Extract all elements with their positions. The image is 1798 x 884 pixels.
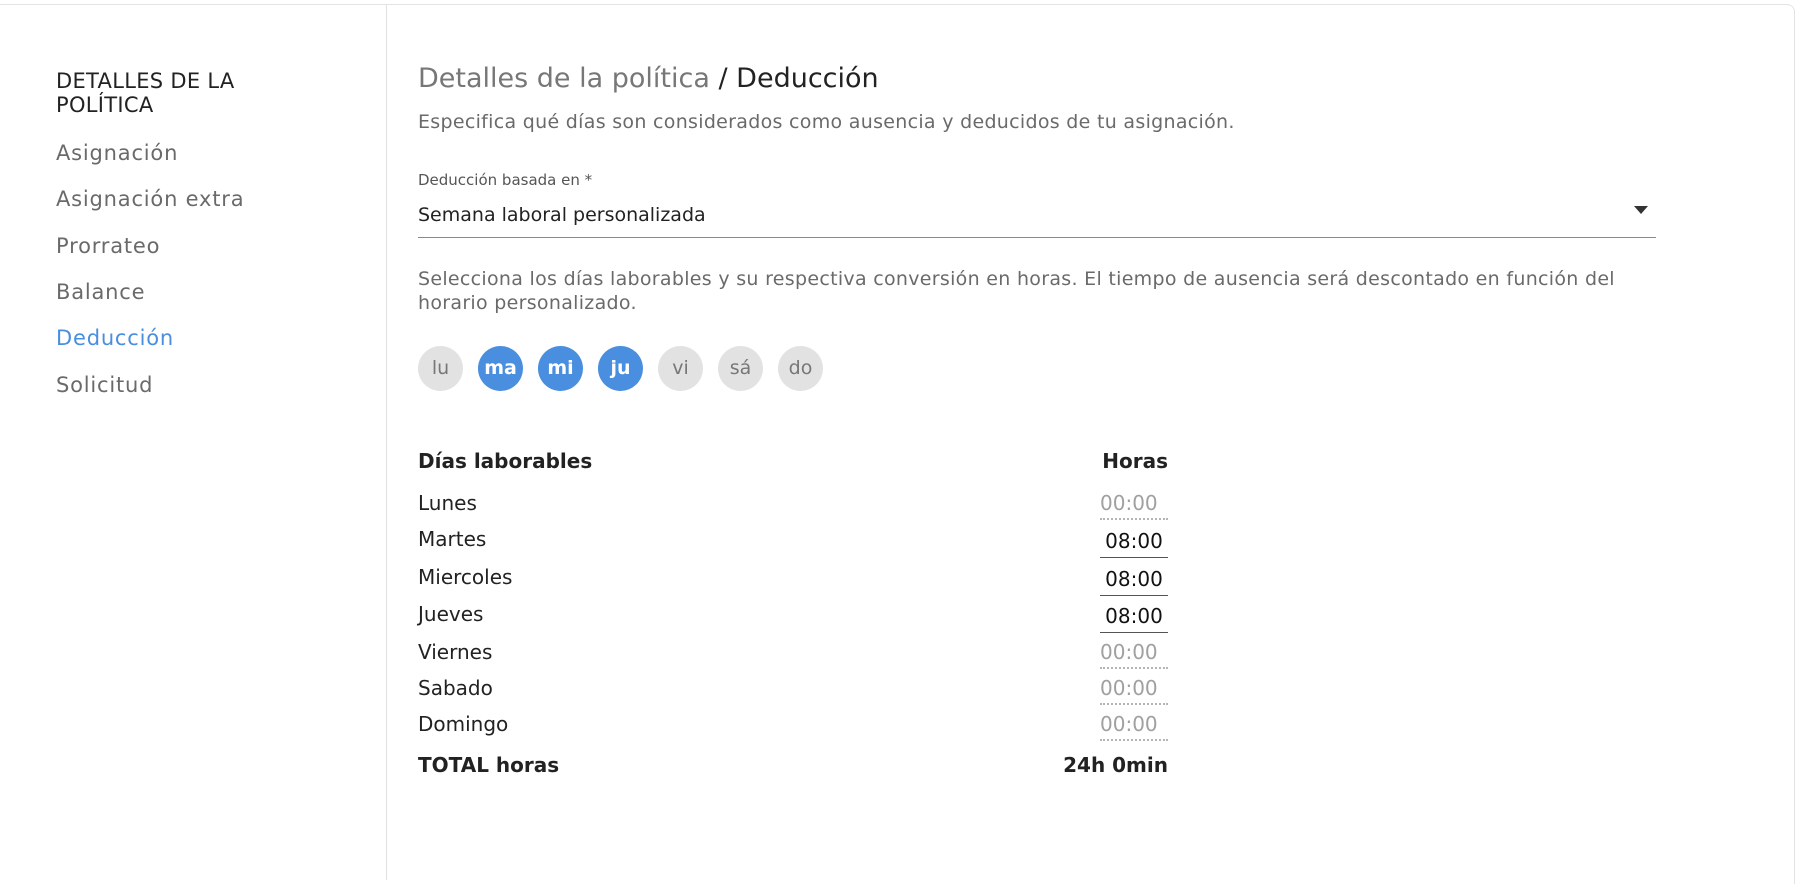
row-day-label: Jueves — [418, 602, 484, 626]
day-toggle-vi[interactable]: vi — [658, 346, 703, 391]
row-day-label: Domingo — [418, 712, 509, 736]
table-row: Sabado 00:00 — [418, 675, 1168, 705]
deduction-basis-label: Deducción basada en * — [418, 171, 593, 189]
deduction-basis-select[interactable]: Semana laboral personalizada — [418, 196, 1656, 238]
policy-sidebar: DETALLES DE LA POLÍTICA Asignación Asign… — [0, 5, 387, 880]
working-days-helper: Selecciona los días laborables y su resp… — [418, 268, 1615, 314]
total-hours-value: 24h 0min — [1063, 753, 1168, 777]
hours-input-domingo[interactable]: 00:00 — [1100, 711, 1168, 741]
sidebar-item-prorrateo[interactable]: Prorrateo — [56, 233, 160, 259]
sidebar-item-asignacion-extra[interactable]: Asignación extra — [56, 186, 244, 212]
table-row: Martes 08:00 — [418, 526, 1168, 558]
sidebar-item-balance[interactable]: Balance — [56, 279, 145, 305]
main-content: Detalles de la política / Deducción Espe… — [418, 0, 1658, 880]
row-day-label: Viernes — [418, 640, 493, 664]
hours-input-martes[interactable]: 08:00 — [1100, 528, 1168, 558]
page-title: Detalles de la política / Deducción — [418, 62, 879, 96]
sidebar-item-asignacion[interactable]: Asignación — [56, 140, 178, 166]
hours-input-sabado[interactable]: 00:00 — [1100, 675, 1168, 705]
table-row: Lunes 00:00 — [418, 490, 1168, 520]
sidebar-item-solicitud[interactable]: Solicitud — [56, 372, 153, 398]
caret-down-icon — [1634, 206, 1648, 214]
deduction-basis-value: Semana laboral personalizada — [418, 204, 706, 226]
sidebar-item-deduccion[interactable]: Deducción — [56, 325, 174, 351]
day-toggle-ju[interactable]: ju — [598, 346, 643, 391]
hours-input-miercoles[interactable]: 08:00 — [1100, 566, 1168, 596]
day-toggle-sa[interactable]: sá — [718, 346, 763, 391]
header-working-days: Días laborables — [418, 449, 593, 473]
hours-input-jueves[interactable]: 08:00 — [1100, 603, 1168, 633]
breadcrumb-policy-details[interactable]: Detalles de la política — [418, 63, 710, 94]
table-row: Viernes 00:00 — [418, 639, 1168, 669]
day-toggle-lu[interactable]: lu — [418, 346, 463, 391]
day-toggle-group: lu ma mi ju vi sá do — [418, 346, 823, 391]
table-row: Miercoles 08:00 — [418, 564, 1168, 596]
sidebar-title: DETALLES DE LA POLÍTICA — [56, 69, 235, 117]
total-row: TOTAL horas 24h 0min — [418, 752, 1168, 782]
table-row: Domingo 00:00 — [418, 711, 1168, 741]
page-description: Especifica qué días son considerados com… — [418, 111, 1235, 133]
row-day-label: Sabado — [418, 676, 493, 700]
day-toggle-do[interactable]: do — [778, 346, 823, 391]
row-day-label: Lunes — [418, 491, 477, 515]
row-day-label: Miercoles — [418, 565, 513, 589]
day-toggle-ma[interactable]: ma — [478, 346, 523, 391]
hours-input-viernes[interactable]: 00:00 — [1100, 639, 1168, 669]
table-row: Jueves 08:00 — [418, 601, 1168, 633]
breadcrumb-separator: / — [709, 63, 737, 94]
row-day-label: Martes — [418, 527, 487, 551]
breadcrumb-current: Deducción — [736, 63, 879, 94]
day-toggle-mi[interactable]: mi — [538, 346, 583, 391]
header-hours: Horas — [1102, 449, 1168, 473]
hours-input-lunes[interactable]: 00:00 — [1100, 490, 1168, 520]
total-hours-label: TOTAL horas — [418, 753, 560, 777]
